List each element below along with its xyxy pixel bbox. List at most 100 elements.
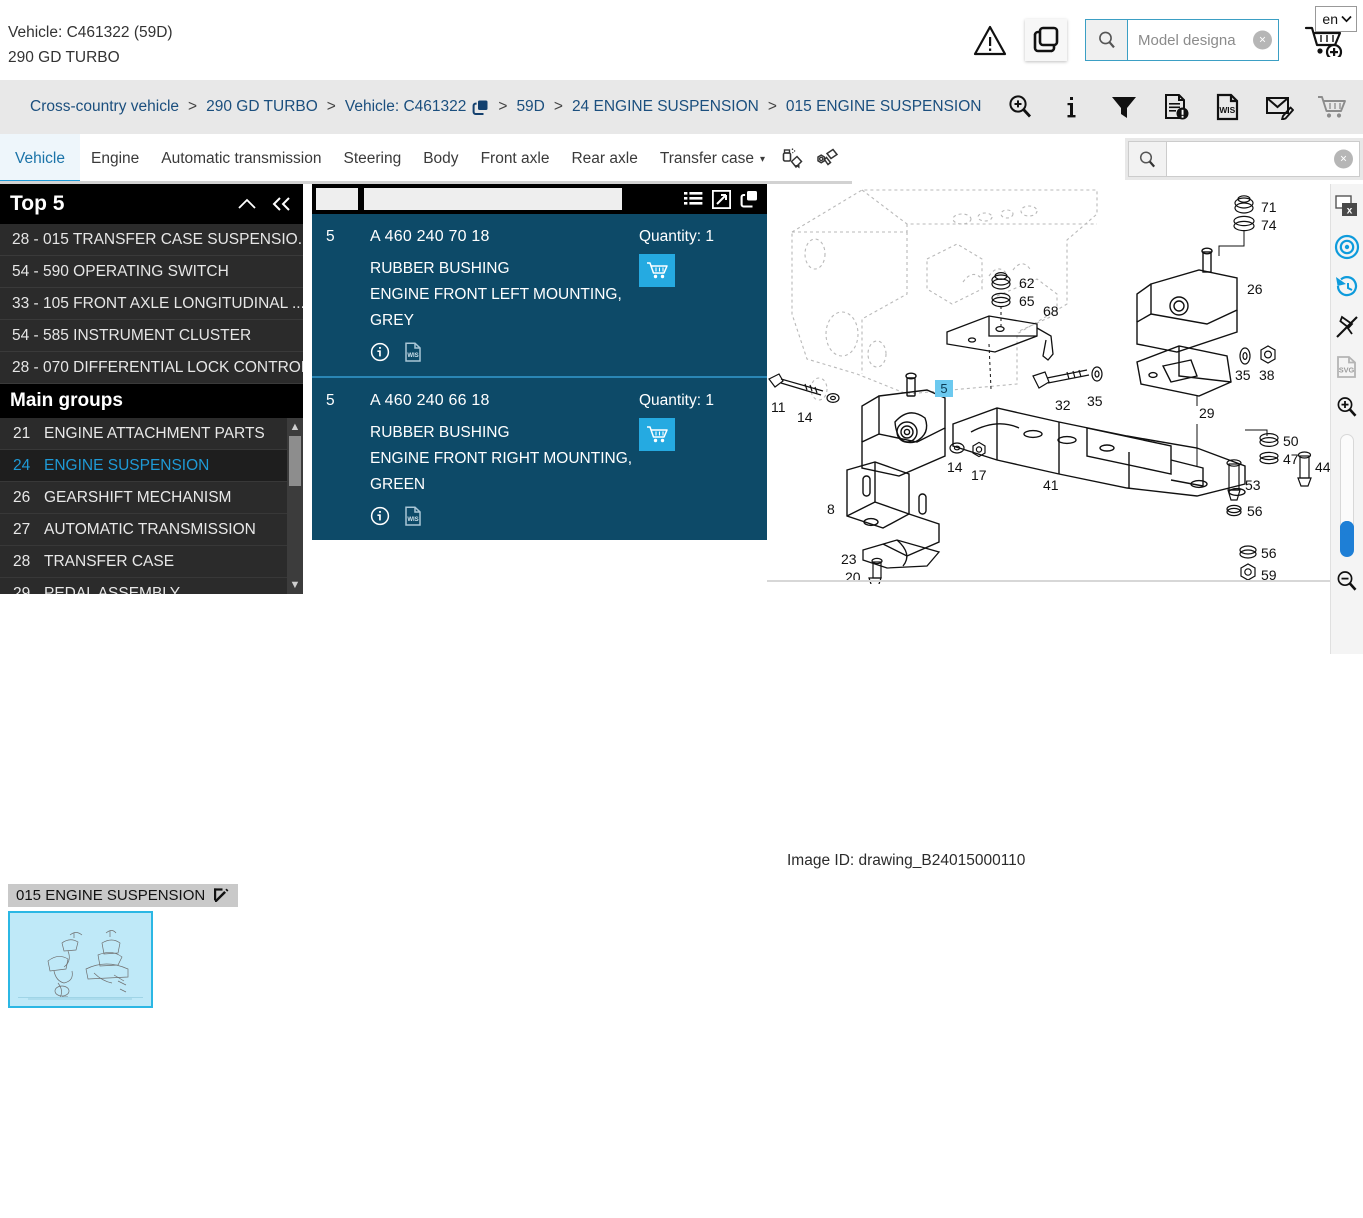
filter-funnel-icon[interactable] [1109,92,1139,122]
add-to-cart-button[interactable] [639,254,675,287]
zoom-in-icon[interactable] [1332,390,1362,424]
magnifier-icon[interactable] [1086,20,1128,60]
info-circle-icon[interactable] [370,506,390,526]
info-circle-icon[interactable] [370,342,390,362]
zoom-in-search-icon[interactable] [1005,92,1035,122]
parts-filter-small-input[interactable] [316,188,358,210]
zoom-slider[interactable] [1340,434,1354,557]
parts-search-input[interactable]: × [1166,141,1360,177]
tab-vehicle[interactable]: Vehicle [0,134,80,184]
double-chevron-left-icon[interactable] [271,196,293,212]
top5-item[interactable]: 28 - 015 TRANSFER CASE SUSPENSIO... [0,224,303,256]
cart-icon[interactable] [1317,92,1347,122]
svg-text:26: 26 [1247,281,1263,297]
part-description: ENGINE FRONT LEFT MOUNTING, GREY [370,286,622,329]
thumbnail-image[interactable] [8,911,153,1008]
breadcrumb-item-1[interactable]: 290 GD TURBO [206,98,318,116]
top5-item[interactable]: 33 - 105 FRONT AXLE LONGITUDINAL ... [0,288,303,320]
top5-item[interactable]: 54 - 585 INSTRUMENT CLUSTER [0,320,303,352]
breadcrumb-item-0[interactable]: Cross-country vehicle [30,98,179,116]
parts-search[interactable]: × [1125,138,1363,180]
breadcrumb-item-2[interactable]: Vehicle: C461322 [345,98,467,116]
close-window-icon[interactable]: x [1332,190,1362,224]
chevron-up-icon[interactable] [237,197,257,211]
left-sidebar: Top 5 28 - 015 TRANSFER CASE SUSPENSIO..… [0,184,303,594]
bolt-nut-icon[interactable] [810,134,844,184]
model-designation-search[interactable]: Model designa × [1085,19,1279,61]
group-label: ENGINE SUSPENSION [44,456,210,474]
scroll-up-icon[interactable]: ▲ [287,418,303,436]
mail-edit-icon[interactable] [1265,92,1295,122]
breadcrumb-separator: > [326,98,336,115]
tab-rear-axle[interactable]: Rear axle [560,134,648,184]
svg-text:38: 38 [1259,367,1275,383]
tab-label: Steering [343,150,402,167]
part-index: 5 [326,392,335,409]
copy-icon[interactable] [472,99,489,116]
parts-drawing[interactable]: 62 65 68 11 14 5 14 17 8 23 20 71 74 26 … [767,184,1330,594]
unpin-icon[interactable] [1332,310,1362,344]
part-list-item[interactable]: 5 A 460 240 66 18 RUBBER BUSHING ENGINE … [312,378,767,540]
top5-item[interactable]: 54 - 590 OPERATING SWITCH [0,256,303,288]
edit-pencil-icon[interactable] [213,887,230,904]
tab-steering[interactable]: Steering [332,134,412,184]
parts-filter-input[interactable] [364,188,622,210]
main-group-item-27[interactable]: 27 AUTOMATIC TRANSMISSION [0,514,303,546]
history-undo-icon[interactable] [1332,270,1362,304]
main-group-item-26[interactable]: 26 GEARSHIFT MECHANISM [0,482,303,514]
main-groups-scrollbar[interactable]: ▲ ▼ [287,418,303,594]
wis-document-icon[interactable]: WIS [1213,92,1243,122]
main-group-item-29[interactable]: 29 PEDAL ASSEMBLY [0,578,303,595]
tab-body[interactable]: Body [412,134,469,184]
group-number: 21 [13,424,31,442]
tab-bar: Vehicle Engine Automatic transmission St… [0,134,1363,184]
add-to-cart-button[interactable] [639,418,675,451]
tab-transfer-case[interactable]: Transfer case ▾ [649,134,776,184]
part-index: 5 [326,228,335,245]
paint-spray-icon[interactable] [776,134,810,184]
main-groups-title: Main groups [10,390,123,411]
group-number: 28 [13,552,31,570]
clear-icon[interactable]: × [1334,149,1353,169]
main-group-item-28[interactable]: 28 TRANSFER CASE [0,546,303,578]
main-groups-header: Main groups [0,384,303,418]
breadcrumb-item-3[interactable]: 59D [516,98,544,116]
breadcrumb-item-4[interactable]: 24 ENGINE SUSPENSION [572,98,759,116]
breadcrumb-item-5[interactable]: 015 ENGINE SUSPENSION [786,98,982,116]
expand-arrow-icon[interactable] [712,189,731,209]
clear-icon[interactable]: × [1253,30,1272,50]
list-view-icon[interactable] [684,191,703,208]
wis-document-icon[interactable]: WIS [404,342,422,362]
copy-documents-icon[interactable] [1025,19,1067,61]
svg-text:65: 65 [1019,293,1035,309]
svg-text:5: 5 [940,381,947,396]
scroll-down-icon[interactable]: ▼ [287,576,303,594]
copy-icon[interactable] [740,190,759,208]
tab-engine[interactable]: Engine [80,134,150,184]
zoom-slider-handle[interactable] [1340,521,1354,557]
zoom-out-icon[interactable] [1332,564,1362,598]
exploded-view-diagram[interactable]: 62 65 68 11 14 5 14 17 8 23 20 71 74 26 … [767,184,1330,584]
info-icon[interactable] [1057,92,1087,122]
drawing-toolbar: x SVG [1330,184,1363,654]
language-selector[interactable]: en [1315,6,1357,32]
main-group-item-21[interactable]: 21 ENGINE ATTACHMENT PARTS [0,418,303,450]
top5-item[interactable]: 28 - 070 DIFFERENTIAL LOCK CONTROL [0,352,303,384]
target-circle-icon[interactable] [1332,230,1362,264]
tab-front-axle[interactable]: Front axle [470,134,561,184]
magnifier-icon[interactable] [1128,141,1166,177]
tab-label: Engine [90,150,140,167]
svg-text:35: 35 [1235,367,1251,383]
model-search-input[interactable]: Model designa × [1128,20,1278,60]
document-alert-icon[interactable] [1161,92,1191,122]
svg-file-icon[interactable]: SVG [1332,350,1362,384]
svg-text:17: 17 [971,467,987,483]
main-group-item-24[interactable]: 24 ENGINE SUSPENSION [0,450,303,482]
breadcrumb-separator: > [498,98,508,115]
part-list-item[interactable]: 5 A 460 240 70 18 RUBBER BUSHING ENGINE … [312,214,767,378]
wis-document-icon[interactable]: WIS [404,506,422,526]
chevron-down-icon [1341,15,1352,23]
tab-automatic-transmission[interactable]: Automatic transmission [150,134,332,184]
warning-triangle-icon[interactable] [967,17,1013,63]
scrollbar-thumb[interactable] [289,436,301,486]
